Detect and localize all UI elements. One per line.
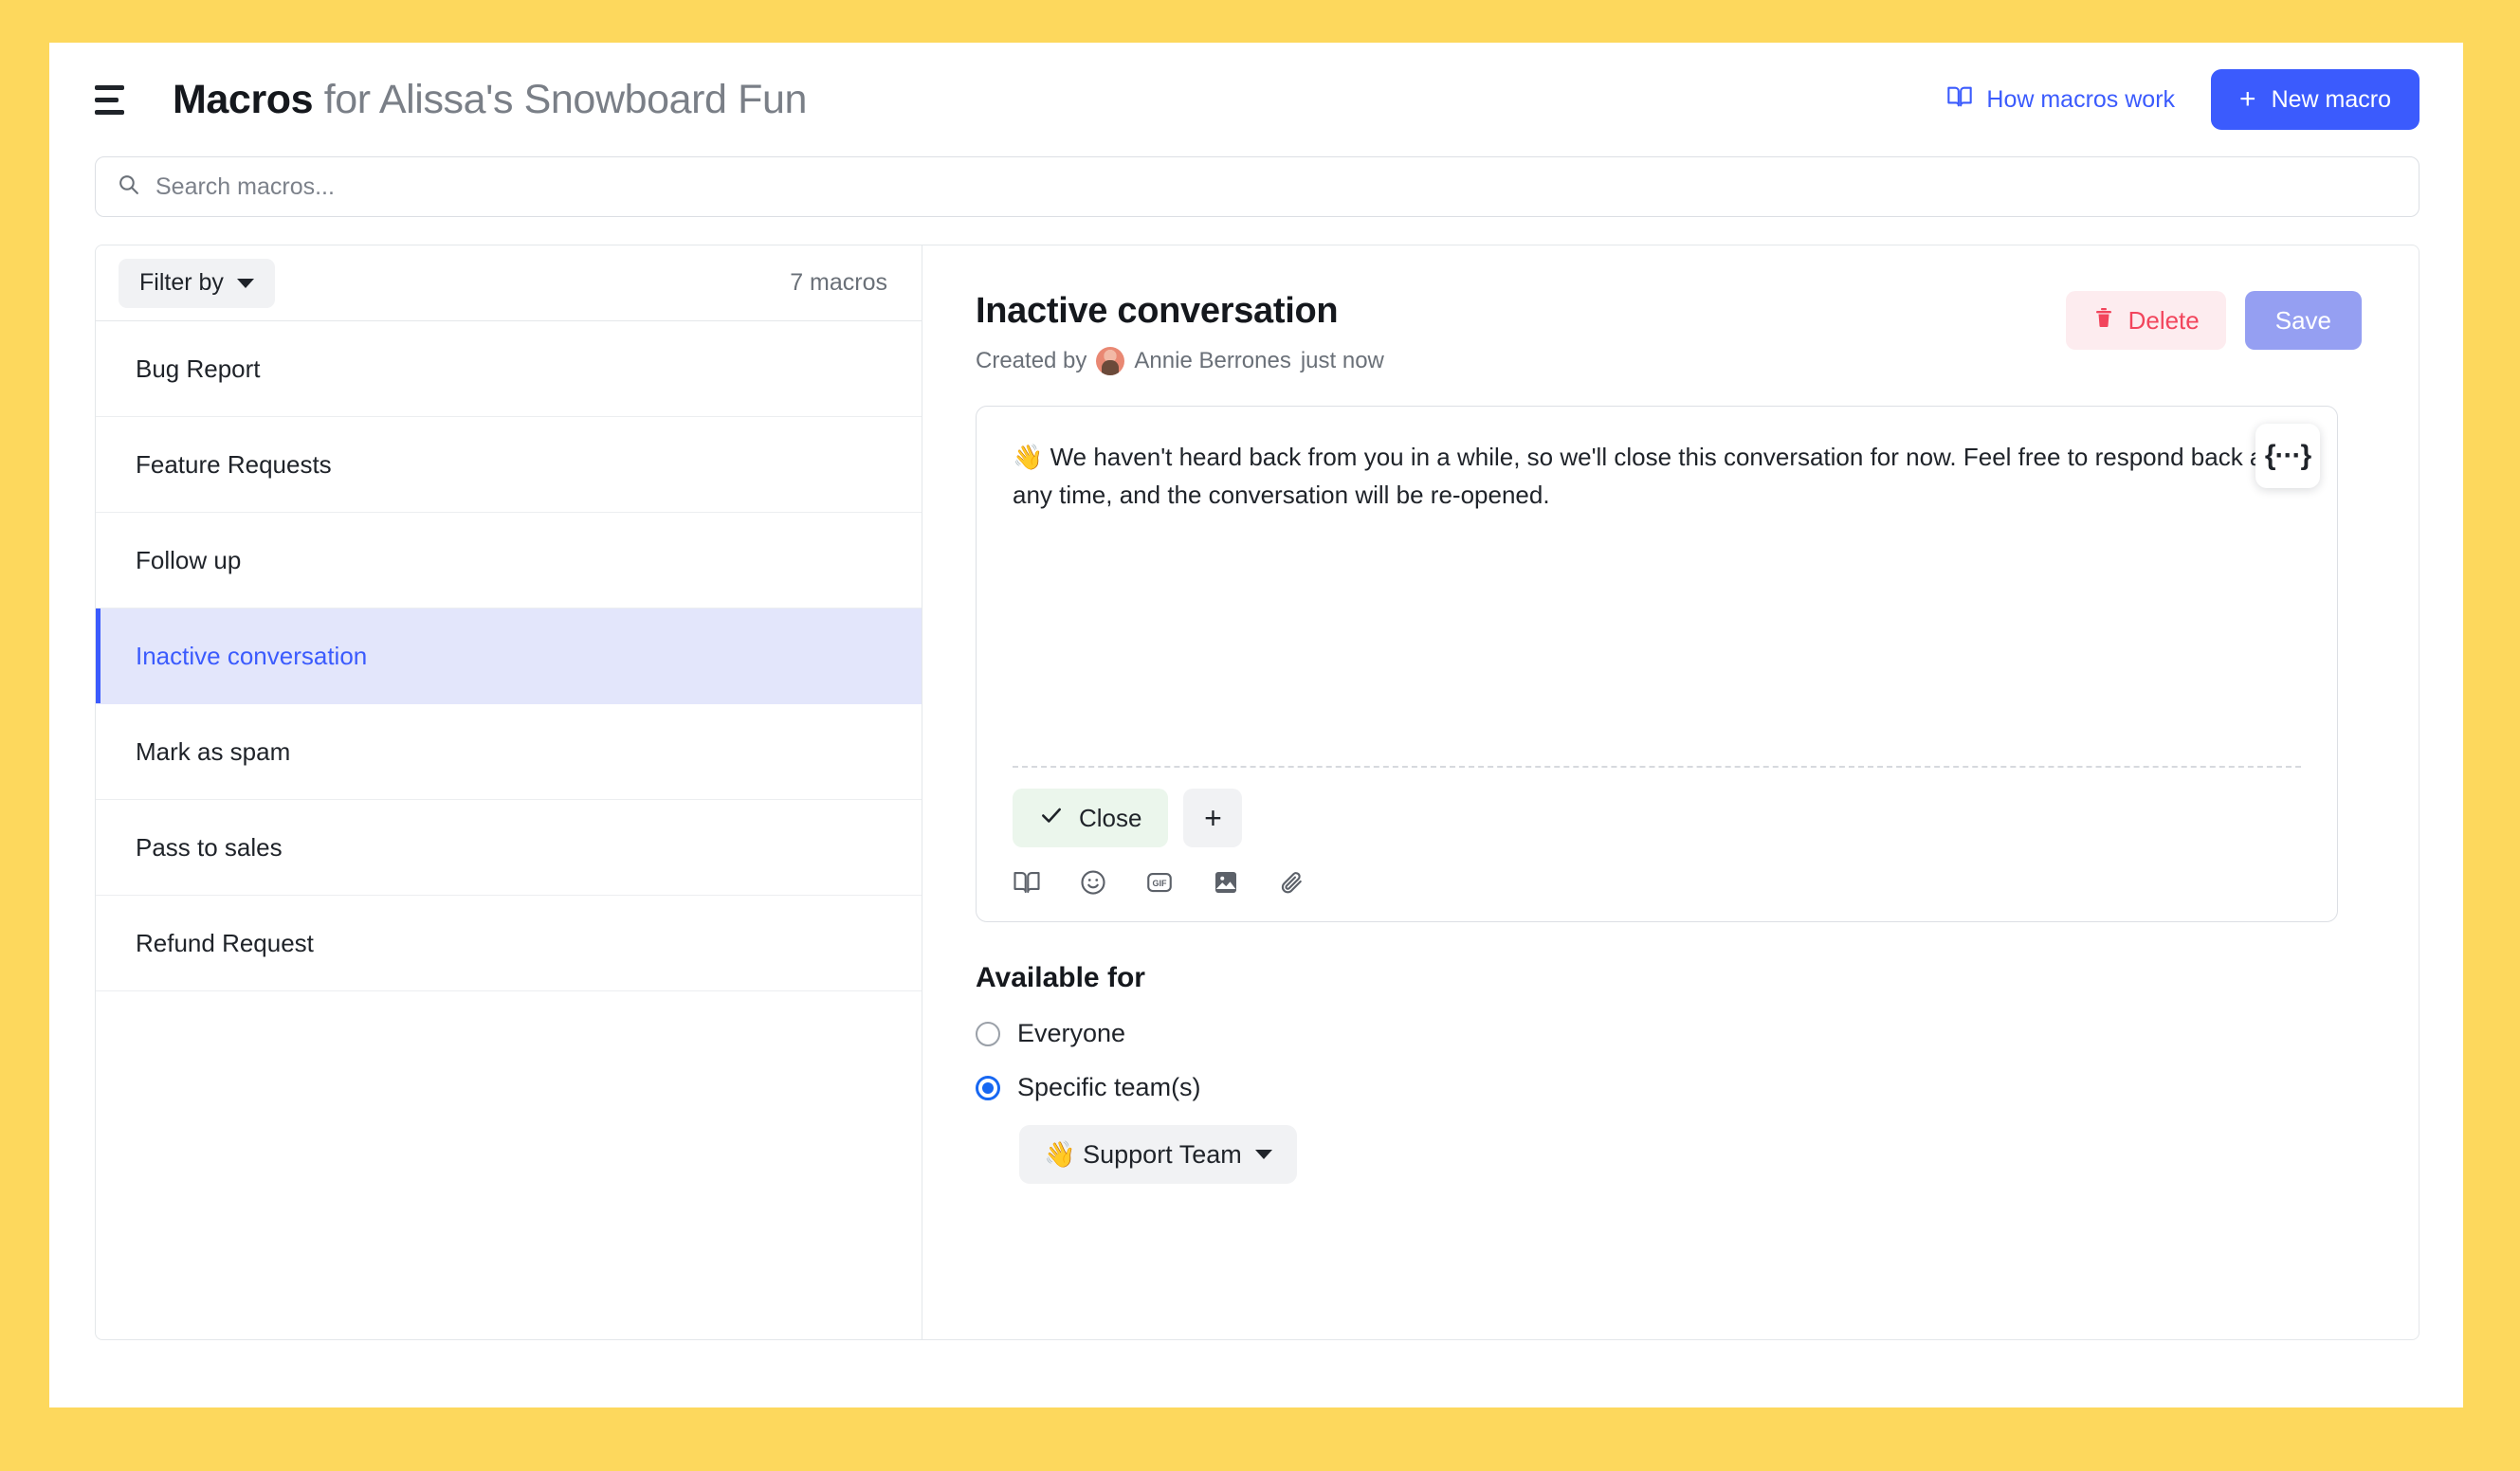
radio-everyone-label: Everyone xyxy=(1017,1019,1126,1047)
search-box[interactable] xyxy=(95,156,2420,217)
insert-variable-button[interactable]: {···} xyxy=(2255,424,2320,488)
available-for-section: Available for Everyone Specific team(s) … xyxy=(976,962,2419,1184)
macro-editor: 👋 We haven't heard back from you in a wh… xyxy=(976,406,2338,922)
macro-list-item[interactable]: Refund Request xyxy=(96,896,922,991)
page-title-bold: Macros xyxy=(173,76,314,122)
page-title: Macros for Alissa's Snowboard Fun xyxy=(173,77,807,123)
macro-detail-header: Inactive conversation Created by Annie B… xyxy=(976,291,2419,375)
macro-detail-titleblock: Inactive conversation Created by Annie B… xyxy=(976,291,1384,375)
macro-list-item[interactable]: Mark as spam xyxy=(96,704,922,800)
team-selector-chip[interactable]: 👋 Support Team xyxy=(1019,1125,1297,1184)
macro-list-item[interactable]: Inactive conversation xyxy=(96,608,922,704)
macro-list-item[interactable]: Bug Report xyxy=(96,321,922,417)
macro-list-item-label: Refund Request xyxy=(136,928,314,957)
created-by-line: Created by Annie Berrones just now xyxy=(976,347,1384,375)
macro-list-item-label: Feature Requests xyxy=(136,449,332,479)
svg-text:GIF: GIF xyxy=(1153,879,1168,888)
emoji-icon[interactable] xyxy=(1079,868,1107,897)
search-input[interactable] xyxy=(155,173,2398,201)
macro-list-item-label: Bug Report xyxy=(136,354,261,383)
team-selector-label: 👋 Support Team xyxy=(1044,1140,1242,1169)
how-macros-work-label: How macros work xyxy=(1986,85,2176,113)
editor-action-row: Close + xyxy=(977,768,2337,847)
macro-list-item-label: Follow up xyxy=(136,545,242,574)
radio-specific-teams-label: Specific team(s) xyxy=(1017,1073,1201,1101)
available-for-heading: Available for xyxy=(976,962,1145,993)
macro-list-item-label: Mark as spam xyxy=(136,736,291,766)
filter-by-button[interactable]: Filter by xyxy=(119,258,275,308)
created-by-time: just now xyxy=(1300,348,1384,373)
chevron-down-icon xyxy=(1254,1150,1272,1159)
header-actions: How macros work + New macro xyxy=(1946,69,2420,130)
macro-list-pane: Filter by 7 macros Bug Report Feature Req… xyxy=(96,245,922,1339)
created-by-prefix: Created by xyxy=(976,348,1087,373)
plus-icon: + xyxy=(2239,83,2256,115)
macro-list-header: Filter by 7 macros xyxy=(96,245,922,321)
radio-option-everyone[interactable]: Everyone xyxy=(976,1019,2419,1048)
book-icon xyxy=(1946,83,1973,117)
macro-list-item[interactable]: Feature Requests xyxy=(96,417,922,513)
macro-list-item-label: Pass to sales xyxy=(136,832,283,862)
radio-specific-teams-indicator xyxy=(976,1075,1000,1100)
close-action-button[interactable]: Close xyxy=(1013,789,1169,847)
content-area: Filter by 7 macros Bug Report Feature Req… xyxy=(95,245,2420,1340)
chevron-down-icon xyxy=(236,278,254,288)
add-action-button[interactable]: + xyxy=(1183,789,1243,847)
macro-title: Inactive conversation xyxy=(976,291,1339,331)
delete-label: Delete xyxy=(2127,305,2200,335)
macro-list-item[interactable]: Follow up xyxy=(96,513,922,608)
hamburger-menu-icon[interactable] xyxy=(95,81,133,118)
macro-count-label: 7 macros xyxy=(790,269,887,296)
macro-list-item-label: Inactive conversation xyxy=(136,641,368,670)
book-icon[interactable] xyxy=(1013,868,1041,897)
new-macro-label: New macro xyxy=(2271,85,2391,113)
page-title-rest: for Alissa's Snowboard Fun xyxy=(313,76,808,122)
trash-icon xyxy=(2092,306,2115,336)
created-by-author: Annie Berrones xyxy=(1134,348,1291,373)
check-icon xyxy=(1039,803,1064,834)
editor-toolbar: GIF xyxy=(977,847,2337,921)
attachment-icon[interactable] xyxy=(1278,868,1306,897)
new-macro-button[interactable]: + New macro xyxy=(2211,69,2420,130)
app-window: Macros for Alissa's Snowboard Fun How ma… xyxy=(49,43,2463,1407)
macro-detail-pane: Inactive conversation Created by Annie B… xyxy=(922,245,2419,1339)
page-header: Macros for Alissa's Snowboard Fun How ma… xyxy=(49,43,2463,156)
macro-list-item[interactable]: Pass to sales xyxy=(96,800,922,896)
search-section xyxy=(49,156,2463,217)
radio-everyone-indicator xyxy=(976,1021,1000,1046)
search-icon xyxy=(117,173,140,201)
gif-icon[interactable]: GIF xyxy=(1145,868,1174,897)
macro-message-text[interactable]: 👋 We haven't heard back from you in a wh… xyxy=(977,407,2337,766)
close-action-label: Close xyxy=(1079,803,1142,832)
macro-list: Bug Report Feature Requests Follow up Inact… xyxy=(96,321,922,991)
avatar xyxy=(1096,347,1125,375)
image-icon[interactable] xyxy=(1212,868,1240,897)
how-macros-work-link[interactable]: How macros work xyxy=(1946,83,2175,117)
save-button[interactable]: Save xyxy=(2244,291,2362,350)
filter-by-label: Filter by xyxy=(139,269,224,296)
delete-button[interactable]: Delete xyxy=(2065,291,2226,350)
radio-option-specific-teams[interactable]: Specific team(s) xyxy=(976,1073,2419,1102)
detail-action-buttons: Delete Save xyxy=(2065,291,2362,350)
